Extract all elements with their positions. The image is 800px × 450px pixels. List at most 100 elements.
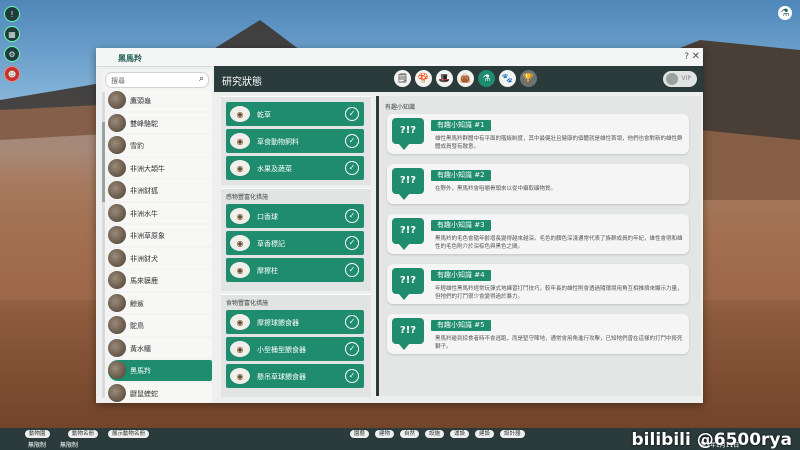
item-icon: ◉: [230, 106, 250, 122]
research-item-label: 水果及蔬菜: [257, 165, 292, 173]
trivia-text: 黑馬羚碰到掠食者時不會逃跑，而是堅守陣地，通常會用角進行攻擊，已知牠們曾在這樣的…: [435, 336, 683, 350]
vip-label: VIP: [681, 75, 692, 82]
animal-list-item[interactable]: 鼴鼠蝰蛇: [108, 382, 212, 403]
research-item-button[interactable]: ◉ 懸吊草球餵食器 ✓: [226, 364, 364, 388]
bottom-nav-button[interactable]: 動物園: [25, 430, 50, 438]
search-icon[interactable]: ⌕: [199, 74, 204, 84]
trivia-panel: 有趣小知識 ?!? 有趣小知識 #1 雄性黑馬羚群體中有平面的階級制度，其中最健壯且…: [376, 96, 701, 396]
research-item-label: 懸吊草球餵食器: [257, 373, 306, 381]
trivia-heading: 有趣小知識: [385, 104, 416, 111]
date-text: 第1年1月11日: [700, 442, 740, 449]
trivia-card: ?!? 有趣小知識 #1 雄性黑馬羚群體中有平面的階級制度，其中最健壯且健康的個體就…: [387, 114, 689, 154]
trivia-bubble-icon: ?!?: [392, 118, 424, 150]
research-items: ◉ 乾草 ✓ ◉ 草食動物飼料 ✓ ◉ 水果及蔬菜 ✓ 感物豐富化措施 ◉ 口香球 ✓ ◉ 草香標記 ✓ ◉…: [221, 96, 371, 397]
animal-list-item[interactable]: 雪豹: [108, 135, 212, 156]
tool-button[interactable]: 自然: [400, 430, 420, 438]
window-titlebar: 黑馬羚 ? ✕: [96, 48, 703, 67]
search-input[interactable]: 搜尋 ⌕: [105, 72, 209, 88]
research-icon[interactable]: ⚗: [778, 6, 792, 20]
trivia-bubble-icon: ?!?: [392, 218, 424, 250]
tool-button[interactable]: 設計器: [500, 430, 525, 438]
animal-avatar: [108, 338, 126, 357]
animal-avatar: [108, 136, 126, 154]
animal-name: 鯨鯊: [130, 299, 144, 308]
food-icon[interactable]: 🗒: [394, 70, 411, 87]
left-hud: ! ▦ ⚙ ☻: [2, 2, 22, 86]
research-item-button[interactable]: ◉ 口香球 ✓: [226, 204, 364, 228]
animal-avatar: [108, 248, 126, 267]
bottom-bar: bilibili @6500rya 動物園 動物名冊 展示動物名冊 無限制 無限制 園藝建…: [0, 428, 800, 450]
animal-list-item[interactable]: 鷹頭龜: [108, 90, 212, 111]
item-icon: ◉: [230, 341, 250, 357]
tool-button[interactable]: 建物: [375, 430, 395, 438]
animal-avatar: [108, 91, 126, 109]
research-item-button[interactable]: ◉ 摩擦球餵食器 ✓: [226, 310, 364, 334]
animal-avatar: [108, 113, 126, 132]
research-item-label: 草香標記: [257, 240, 285, 248]
animal-name: 鴕鳥: [130, 322, 144, 330]
research-item-label: 草食動物飼料: [257, 138, 299, 146]
trivia-bubble-icon: ?!?: [392, 318, 424, 350]
animal-list-item[interactable]: 非洲豺犬: [108, 247, 212, 268]
animal-list-item[interactable]: 非洲大頡牛: [108, 157, 212, 178]
animal-list-item[interactable]: 鯨鯊: [108, 292, 212, 313]
tool-button[interactable]: 設施: [425, 430, 445, 438]
paw-icon[interactable]: 🐾: [499, 70, 516, 87]
research-item-button[interactable]: ◉ 草香標記 ✓: [226, 231, 364, 255]
research-item-button[interactable]: ◉ 草食動物飼料 ✓: [226, 129, 364, 153]
animal-list-item[interactable]: 非洲草原象: [108, 225, 212, 246]
bottom-nav-button[interactable]: 動物名冊: [68, 430, 99, 438]
animal-list-item[interactable]: 黑馬羚: [108, 360, 212, 381]
help-icon[interactable]: ?: [684, 52, 689, 62]
trivia-title: 有趣小知識 #2: [431, 170, 491, 181]
research-header: 研究狀態 🗒 🍄 🎩 👜 ⚗ 🐾 🏆 VIP: [214, 66, 703, 92]
check-icon: ✓: [345, 236, 359, 250]
bag-icon[interactable]: 👜: [457, 70, 474, 87]
close-icon[interactable]: ✕: [692, 51, 700, 62]
animal-name: 黑馬羚: [130, 367, 151, 375]
info-icon[interactable]: !: [4, 6, 20, 22]
mushroom-icon[interactable]: 🍄: [415, 70, 432, 87]
tool-button[interactable]: 運設: [450, 430, 470, 438]
enrichment-sense-card: 感物豐富化措施 ◉ 口香球 ✓ ◉ 草香標記 ✓ ◉ 摩擦柱 ✓: [221, 188, 371, 291]
item-icon: ◉: [230, 160, 250, 176]
animal-list-item[interactable]: 黃水鱷: [108, 337, 212, 358]
animal-avatar: [108, 226, 126, 244]
animal-name: 雪豹: [130, 142, 144, 150]
staff-icon[interactable]: ☻: [4, 66, 20, 82]
research-item-button[interactable]: ◉ 水果及蔬菜 ✓: [226, 156, 364, 180]
animal-list-item[interactable]: 鴕鳥: [108, 315, 212, 336]
animal-list-item[interactable]: 馬來貘鹿: [108, 270, 212, 291]
research-item-button[interactable]: ◉ 乾草 ✓: [226, 102, 364, 126]
animal-avatar: [108, 181, 126, 199]
calendar-icon[interactable]: ▦: [4, 26, 20, 42]
item-icon: ◉: [230, 314, 250, 330]
vip-toggle[interactable]: VIP: [663, 71, 697, 87]
item-icon: ◉: [230, 262, 250, 278]
animal-name: 鼴鼠蝰蛇: [130, 389, 158, 398]
animal-avatar: [108, 361, 126, 379]
hat-icon[interactable]: 🎩: [436, 70, 453, 87]
animal-list-item[interactable]: 雙峰駱駝: [108, 112, 212, 133]
trivia-text: 雄性黑馬羚群體中有平面的階級制度，其中最健壯且健康的個體就是雄性首領，他們也會對…: [435, 136, 683, 150]
animal-name: 非洲大頡牛: [130, 164, 165, 173]
settings-icon[interactable]: ⚙: [4, 46, 20, 62]
trivia-text: 年輕雄性黑馬羚經常玩彈式地練習打鬥技巧，較年長的雄性則會透過隨環境用角互相推擠來…: [435, 286, 683, 300]
tool-button[interactable]: 建設: [475, 430, 495, 438]
animal-list-item[interactable]: 非洲豺狐: [108, 180, 212, 201]
animal-list-item[interactable]: 非洲水牛: [108, 202, 212, 223]
card-title: 食物豐富化措施: [226, 300, 269, 307]
scrollbar-thumb[interactable]: [102, 122, 105, 202]
animal-avatar: [108, 203, 126, 222]
research-item-label: 口香球: [257, 213, 278, 221]
bottom-nav-button[interactable]: 展示動物名冊: [108, 430, 150, 438]
tool-button[interactable]: 園藝: [350, 430, 370, 438]
flask-icon[interactable]: ⚗: [478, 70, 495, 87]
research-item-button[interactable]: ◉ 小型桶型餵食器 ✓: [226, 337, 364, 361]
item-icon: ◉: [230, 133, 250, 149]
research-item-button[interactable]: ◉ 摩擦柱 ✓: [226, 258, 364, 282]
list-scrollbar[interactable]: [102, 92, 105, 398]
research-tabs: 🗒 🍄 🎩 👜 ⚗ 🐾 🏆: [394, 70, 537, 87]
header-title: 研究狀態: [222, 77, 262, 88]
trivia-text: 在野外，黑馬羚會咀嚼骨頭來以從中攝取礦物質。: [435, 186, 557, 192]
